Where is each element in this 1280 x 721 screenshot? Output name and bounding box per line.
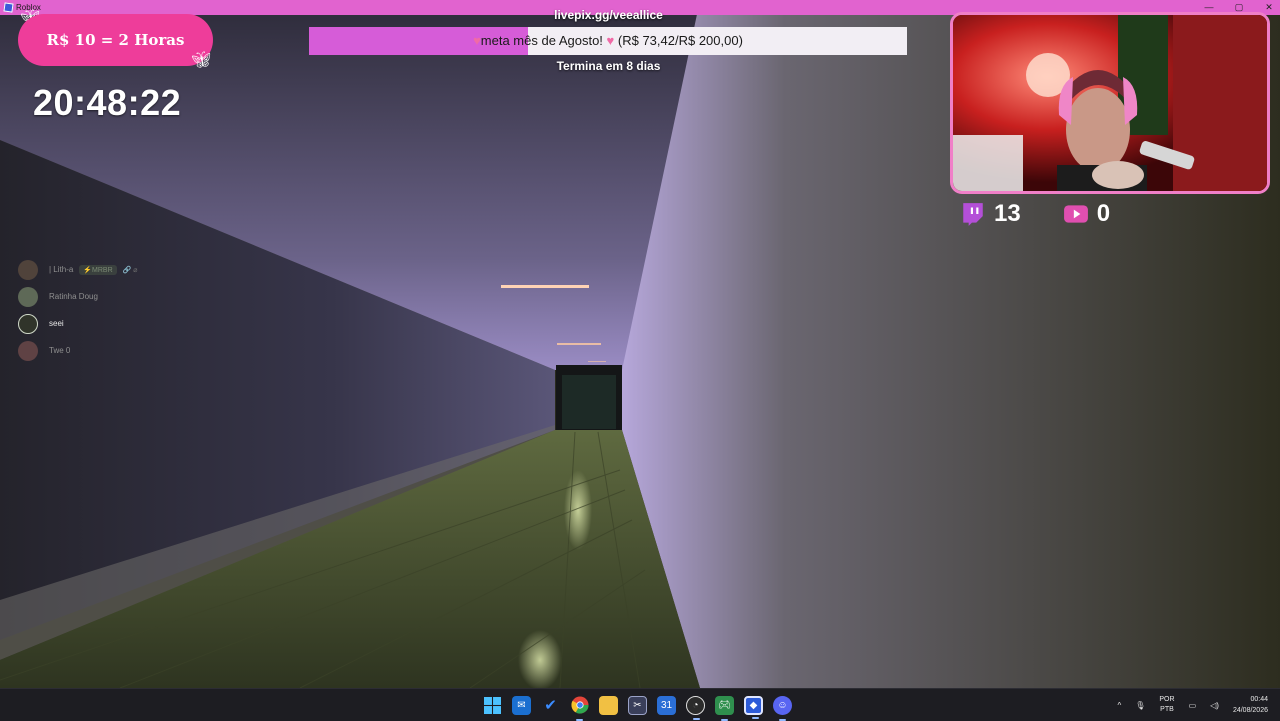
youtube-viewer-count: 0 (1096, 200, 1111, 227)
heart-icon: ♥ (606, 33, 615, 48)
tray-chevron-icon[interactable]: ^ (1117, 701, 1121, 710)
player-list: | Lith-a ⚡MRBR 🔗 ⌀ Ratinha Doug seei Twe… (18, 256, 138, 364)
avatar (18, 340, 38, 361)
roblox-icon[interactable]: ◆ (744, 695, 763, 719)
player-badge: ⚡MRBR (79, 264, 117, 275)
goal-amount: (R$ 73,42/R$ 200,00) (617, 33, 743, 48)
twitch-icon (963, 203, 983, 226)
file-explorer-icon[interactable] (599, 695, 618, 715)
taskbar-apps: ✉ ✔ ✂ 31 ◔ 🎮︎ ◆ ☺ (483, 689, 792, 721)
calendar-icon[interactable]: 31 (657, 695, 676, 715)
viewer-counts: 13 0 (960, 200, 1130, 228)
player-extra-icons: 🔗 ⌀ (122, 266, 138, 274)
close-button[interactable]: ✕ (1264, 0, 1274, 15)
microphone-icon[interactable]: 🎙 (1135, 701, 1145, 710)
butterfly-icon: 🦋︎ (191, 52, 212, 69)
system-clock[interactable]: 00:44 24/08/2026 (1233, 694, 1268, 716)
youtube-icon (1063, 205, 1088, 223)
list-item[interactable]: Ratinha Doug (18, 283, 138, 310)
system-tray: ^ 🎙 POR PTB ▭ ◁) 00:44 24/08/2026 (1117, 689, 1280, 721)
goal-progress-bar: ♥meta mês de Agosto! ♥ (R$ 73,42/R$ 200,… (309, 27, 907, 55)
mail-icon[interactable]: ✉ (512, 695, 531, 715)
windows-taskbar: ✉ ✔ ✂ 31 ◔ 🎮︎ ◆ ☺ ^ 🎙 POR PTB ▭ ◁) 00:44… (0, 688, 1280, 721)
goal-ends-text: Termina em 8 dias (556, 59, 661, 73)
windows-start-icon[interactable] (483, 696, 502, 715)
obs-icon[interactable]: ◔ (686, 695, 705, 720)
list-item[interactable]: | Lith-a ⚡MRBR 🔗 ⌀ (18, 256, 138, 283)
player-name: | Lith-a (49, 265, 74, 274)
list-item[interactable]: Twe 0 (18, 337, 138, 364)
avatar (18, 313, 38, 334)
lang-top: POR (1159, 696, 1175, 703)
youtube-viewers: 0 (1041, 200, 1110, 228)
promo-pill: R$ 10 = 2 Horas (18, 14, 213, 66)
chrome-icon[interactable] (570, 696, 589, 721)
gamepad-icon[interactable]: 🎮︎ (715, 695, 734, 721)
clock-date: 24/08/2026 (1232, 707, 1268, 714)
volume-icon[interactable]: ◁) (1210, 701, 1219, 710)
roblox-app-icon (3, 2, 14, 13)
twitch-viewers: 13 (960, 200, 1021, 228)
lang-bottom: PTB (1160, 706, 1174, 713)
network-icon[interactable]: ▭ (1189, 701, 1197, 710)
player-name: Twe 0 (49, 346, 71, 355)
subathon-timer: 20:48:22 (33, 82, 182, 123)
goal-label: meta mês de Agosto! (480, 33, 603, 48)
twitch-viewer-count: 13 (994, 200, 1021, 227)
snipping-icon[interactable]: ✂ (628, 695, 647, 715)
input-language[interactable]: POR PTB (1159, 695, 1174, 715)
player-name: seei (49, 319, 64, 328)
goal-url: livepix.gg/veeallice (554, 8, 663, 22)
todo-icon[interactable]: ✔ (541, 696, 560, 715)
promo-text: R$ 10 = 2 Horas (46, 31, 185, 49)
discord-icon[interactable]: ☺ (773, 695, 792, 721)
webcam-feed (953, 15, 1267, 191)
list-item[interactable]: seei (18, 310, 138, 337)
avatar (18, 286, 38, 307)
player-name: Ratinha Doug (49, 292, 98, 301)
webcam-frame (950, 12, 1270, 194)
clock-time: 00:44 (1250, 696, 1268, 703)
heart-icon: ♥ (473, 33, 481, 48)
goal-text: ♥meta mês de Agosto! ♥ (R$ 73,42/R$ 200,… (309, 27, 907, 55)
avatar (18, 259, 38, 280)
